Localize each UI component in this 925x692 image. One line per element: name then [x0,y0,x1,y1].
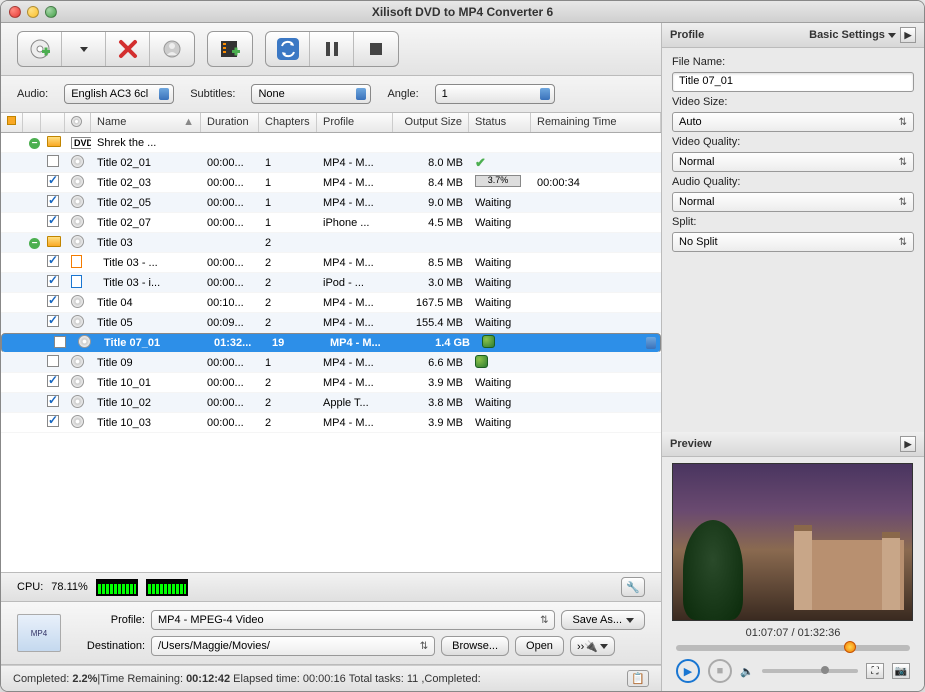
profile-select[interactable]: MP4 - MPEG-4 Video [151,610,555,630]
subtitles-select[interactable]: None [251,84,371,104]
video-size-label: Video Size: [672,96,914,108]
table-row[interactable]: Title 0400:10...2MP4 - M...167.5 MBWaiti… [1,293,661,313]
volume-slider[interactable] [762,669,858,673]
cpu-value: 78.11% [51,581,88,593]
open-button[interactable]: Open [515,636,564,656]
row-checkbox[interactable] [47,375,59,387]
angle-label: Angle: [387,88,418,100]
stop-button[interactable] [354,32,398,66]
row-checkbox[interactable] [47,195,59,207]
subtitles-label: Subtitles: [190,88,235,100]
row-checkbox[interactable] [47,415,59,427]
row-checkbox[interactable] [47,395,59,407]
destination-select[interactable]: /Users/Maggie/Movies/ [151,636,435,656]
profile-panel-header: Profile Basic Settings ▶ [662,23,924,48]
filename-label: File Name: [672,56,914,68]
row-checkbox[interactable] [47,355,59,367]
add-disc-button[interactable] [18,32,62,66]
cpu-label: CPU: [17,581,43,593]
add-profile-button[interactable] [208,32,252,66]
remove-button[interactable] [106,32,150,66]
seek-slider[interactable] [676,645,910,651]
window-title: Xilisoft DVD to MP4 Converter 6 [1,5,924,19]
expand-preview-button[interactable]: ▶ [900,436,916,452]
titlebar: Xilisoft DVD to MP4 Converter 6 [1,1,924,23]
table-row[interactable]: −Title 032 [1,233,661,253]
table-row[interactable]: Title 10_0200:00...2Apple T...3.8 MBWait… [1,393,661,413]
audio-quality-select[interactable]: Normal [672,192,914,212]
video-size-select[interactable]: Auto [672,112,914,132]
basic-settings-toggle[interactable]: Basic Settings [809,29,896,41]
row-checkbox[interactable] [47,275,59,287]
row-checkbox[interactable] [47,315,59,327]
preview-video[interactable] [672,463,913,621]
table-row[interactable]: Title 02_0300:00...1MP4 - M...8.4 MB3.7%… [1,173,661,193]
preview-time: 01:07:07 / 01:32:36 [672,621,914,645]
destination-label: Destination: [71,640,145,652]
video-quality-select[interactable]: Normal [672,152,914,172]
row-checkbox[interactable] [47,215,59,227]
table-row[interactable]: Title 07_0101:32...19MP4 - M...1.4 GB [1,333,661,353]
cpu-graph-icon [96,579,138,596]
profile-thumbnail-icon: MP4 [17,614,61,652]
preview-stop-button[interactable]: ■ [708,659,732,683]
table-row[interactable]: Title 02_0700:00...1iPhone ...4.5 MBWait… [1,213,661,233]
cpu-graph-icon [146,579,188,596]
profile-form: File Name: Title 07_01 Video Size: Auto … [662,48,924,260]
app-window: Xilisoft DVD to MP4 Converter 6 [0,0,925,692]
post-action-button[interactable]: ››🔌 [570,636,615,656]
pause-button[interactable] [310,32,354,66]
save-as-button[interactable]: Save As... [561,610,645,630]
expand-panel-button[interactable]: ▶ [900,27,916,43]
snapshot-button[interactable]: 📷 [892,663,910,679]
log-button[interactable]: 📋 [627,670,649,687]
table-row[interactable]: Title 02_0500:00...1MP4 - M...9.0 MBWait… [1,193,661,213]
table-row[interactable]: −DVDShrek the ... [1,133,661,153]
clear-button[interactable] [150,32,194,66]
audio-label: Audio: [17,88,48,100]
table-row[interactable]: Title 03 - i...00:00...2iPod - ...3.0 MB… [1,273,661,293]
split-label: Split: [672,216,914,228]
row-checkbox[interactable] [47,155,59,167]
table-row[interactable]: Title 0900:00...1MP4 - M...6.6 MB [1,353,661,373]
col-master-check [1,113,23,132]
row-checkbox[interactable] [47,175,59,187]
filename-input[interactable]: Title 07_01 [672,72,914,92]
split-select[interactable]: No Split [672,232,914,252]
output-panel: MP4 Profile: MP4 - MPEG-4 Video Save As.… [1,602,661,665]
fullscreen-button[interactable]: ⛶ [866,663,884,679]
video-quality-label: Video Quality: [672,136,914,148]
add-menu-dropdown[interactable] [62,32,106,66]
row-checkbox[interactable] [47,295,59,307]
row-checkbox[interactable] [54,336,66,348]
angle-select[interactable]: 1 [435,84,555,104]
table-row[interactable]: Title 0500:09...2MP4 - M...155.4 MBWaiti… [1,313,661,333]
table-row[interactable]: Title 10_0300:00...2MP4 - M...3.9 MBWait… [1,413,661,433]
file-list[interactable]: −DVDShrek the ...Title 02_0100:00...1MP4… [1,133,661,572]
convert-button[interactable] [266,32,310,66]
profile-label: Profile: [71,614,145,626]
volume-icon[interactable]: 🔈 [740,665,754,678]
browse-button[interactable]: Browse... [441,636,509,656]
status-bar: Completed: 2.2% | Time Remaining: 00:12:… [1,665,661,691]
table-row[interactable]: Title 03 - ...00:00...2MP4 - M...8.5 MBW… [1,253,661,273]
cpu-bar: CPU: 78.11% 🔧 [1,572,661,602]
column-headers[interactable]: Name ▲ Duration Chapters Profile Output … [1,113,661,133]
play-button[interactable]: ▶ [676,659,700,683]
table-row[interactable]: Title 10_0100:00...2MP4 - M...3.9 MBWait… [1,373,661,393]
stream-selectors: Audio: English AC3 6cl Subtitles: None A… [1,76,661,113]
audio-select[interactable]: English AC3 6cl [64,84,174,104]
audio-quality-label: Audio Quality: [672,176,914,188]
preview-panel-header: Preview ▶ [662,432,924,457]
toolbar [1,23,661,76]
table-row[interactable]: Title 02_0100:00...1MP4 - M...8.0 MB✔ [1,153,661,173]
row-checkbox[interactable] [47,255,59,267]
settings-button[interactable]: 🔧 [621,577,645,597]
